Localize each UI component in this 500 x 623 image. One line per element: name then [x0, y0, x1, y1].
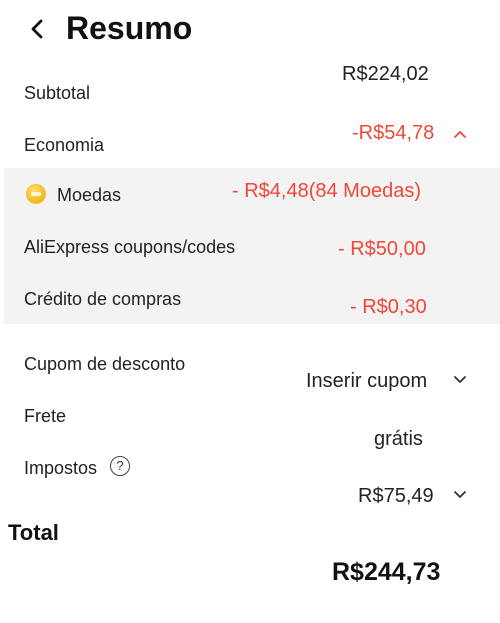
- moedas-value: - R$4,48(84 Moedas): [232, 180, 421, 202]
- chevron-down-icon[interactable]: [452, 372, 468, 388]
- chevron-up-icon[interactable]: [452, 126, 468, 142]
- subtotal-value: R$224,02: [342, 63, 429, 85]
- credito-label: Crédito de compras: [24, 289, 182, 309]
- frete-label: Frete: [24, 406, 67, 426]
- moedas-label: Moedas: [57, 185, 122, 205]
- question-circle-icon[interactable]: ?: [110, 456, 130, 476]
- frete-value: grátis: [374, 428, 423, 450]
- back-arrow-icon[interactable]: [22, 14, 52, 44]
- credito-value: - R$0,30: [350, 296, 427, 318]
- impostos-value: R$75,49: [358, 485, 434, 507]
- coin-icon: [26, 184, 46, 204]
- page-title: Resumo: [66, 10, 193, 46]
- impostos-label: Impostos: [24, 458, 98, 478]
- total-value: R$244,73: [332, 558, 441, 586]
- coupons-label: AliExpress coupons/codes: [24, 237, 236, 257]
- coupons-value: - R$50,00: [338, 238, 426, 260]
- total-label: Total: [8, 520, 59, 545]
- chevron-down-icon[interactable]: [452, 487, 468, 503]
- subtotal-label: Subtotal: [24, 83, 91, 103]
- insert-coupon-button[interactable]: Inserir cupom: [306, 370, 427, 393]
- economia-label: Economia: [24, 135, 105, 155]
- cupom-label: Cupom de desconto: [24, 354, 186, 374]
- economia-value[interactable]: -R$54,78: [352, 122, 434, 145]
